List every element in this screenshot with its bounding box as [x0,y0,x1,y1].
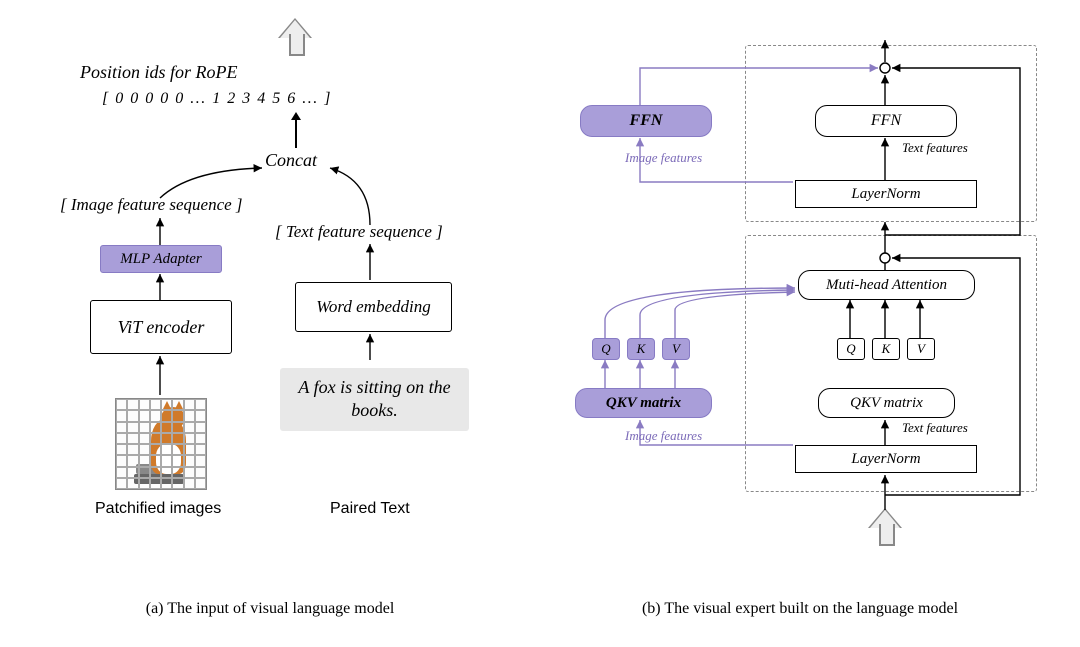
patchified-image-icon [115,398,207,490]
layernorm-1: LayerNorm [795,180,977,208]
image-features-2: Image features [625,428,702,444]
output-arrow-icon [280,20,310,56]
qkv-text-box: QKV matrix [818,388,955,418]
ffn-visual-box: FFN [580,105,712,137]
vit-encoder-box: ViT encoder [90,300,232,354]
rope-title: Position ids for RoPE [80,62,238,83]
word-embedding-box: Word embedding [295,282,452,332]
v-text: V [907,338,935,360]
qkv-visual-box: QKV matrix [575,388,712,418]
panel-b-visual-expert: FFN FFN Image features Text features Lay… [550,20,1050,580]
caption-a: (a) The input of visual language model [60,600,480,618]
text-features-1: Text features [902,140,968,156]
k-visual: K [627,338,655,360]
q-text: Q [837,338,865,360]
layernorm-2: LayerNorm [795,445,977,473]
concat-label: Concat [265,150,317,171]
image-features-1: Image features [625,150,702,166]
input-arrow-icon [870,510,900,546]
attention-box: Muti-head Attention [798,270,975,300]
caption-b: (b) The visual expert built on the langu… [560,600,1040,618]
text-feat-seq-label: [ Text feature sequence ] [275,222,443,242]
mlp-adapter-box: MLP Adapter [100,245,222,273]
sample-text-box: A fox is sitting on the books. [280,368,469,431]
rope-ids: [ 0 0 0 0 0 ... 1 2 3 4 5 6 ... ] [102,90,332,108]
image-feat-seq-label: [ Image feature sequence ] [60,195,243,215]
k-text: K [872,338,900,360]
q-visual: Q [592,338,620,360]
patchified-label: Patchified images [95,500,221,518]
ffn-text-box: FFN [815,105,957,137]
v-visual: V [662,338,690,360]
paired-text-label: Paired Text [330,500,410,518]
panel-a-input: Position ids for RoPE [ 0 0 0 0 0 ... 1 … [40,20,520,580]
arrow-pos-to-concat [295,118,297,148]
text-features-2: Text features [902,420,968,436]
